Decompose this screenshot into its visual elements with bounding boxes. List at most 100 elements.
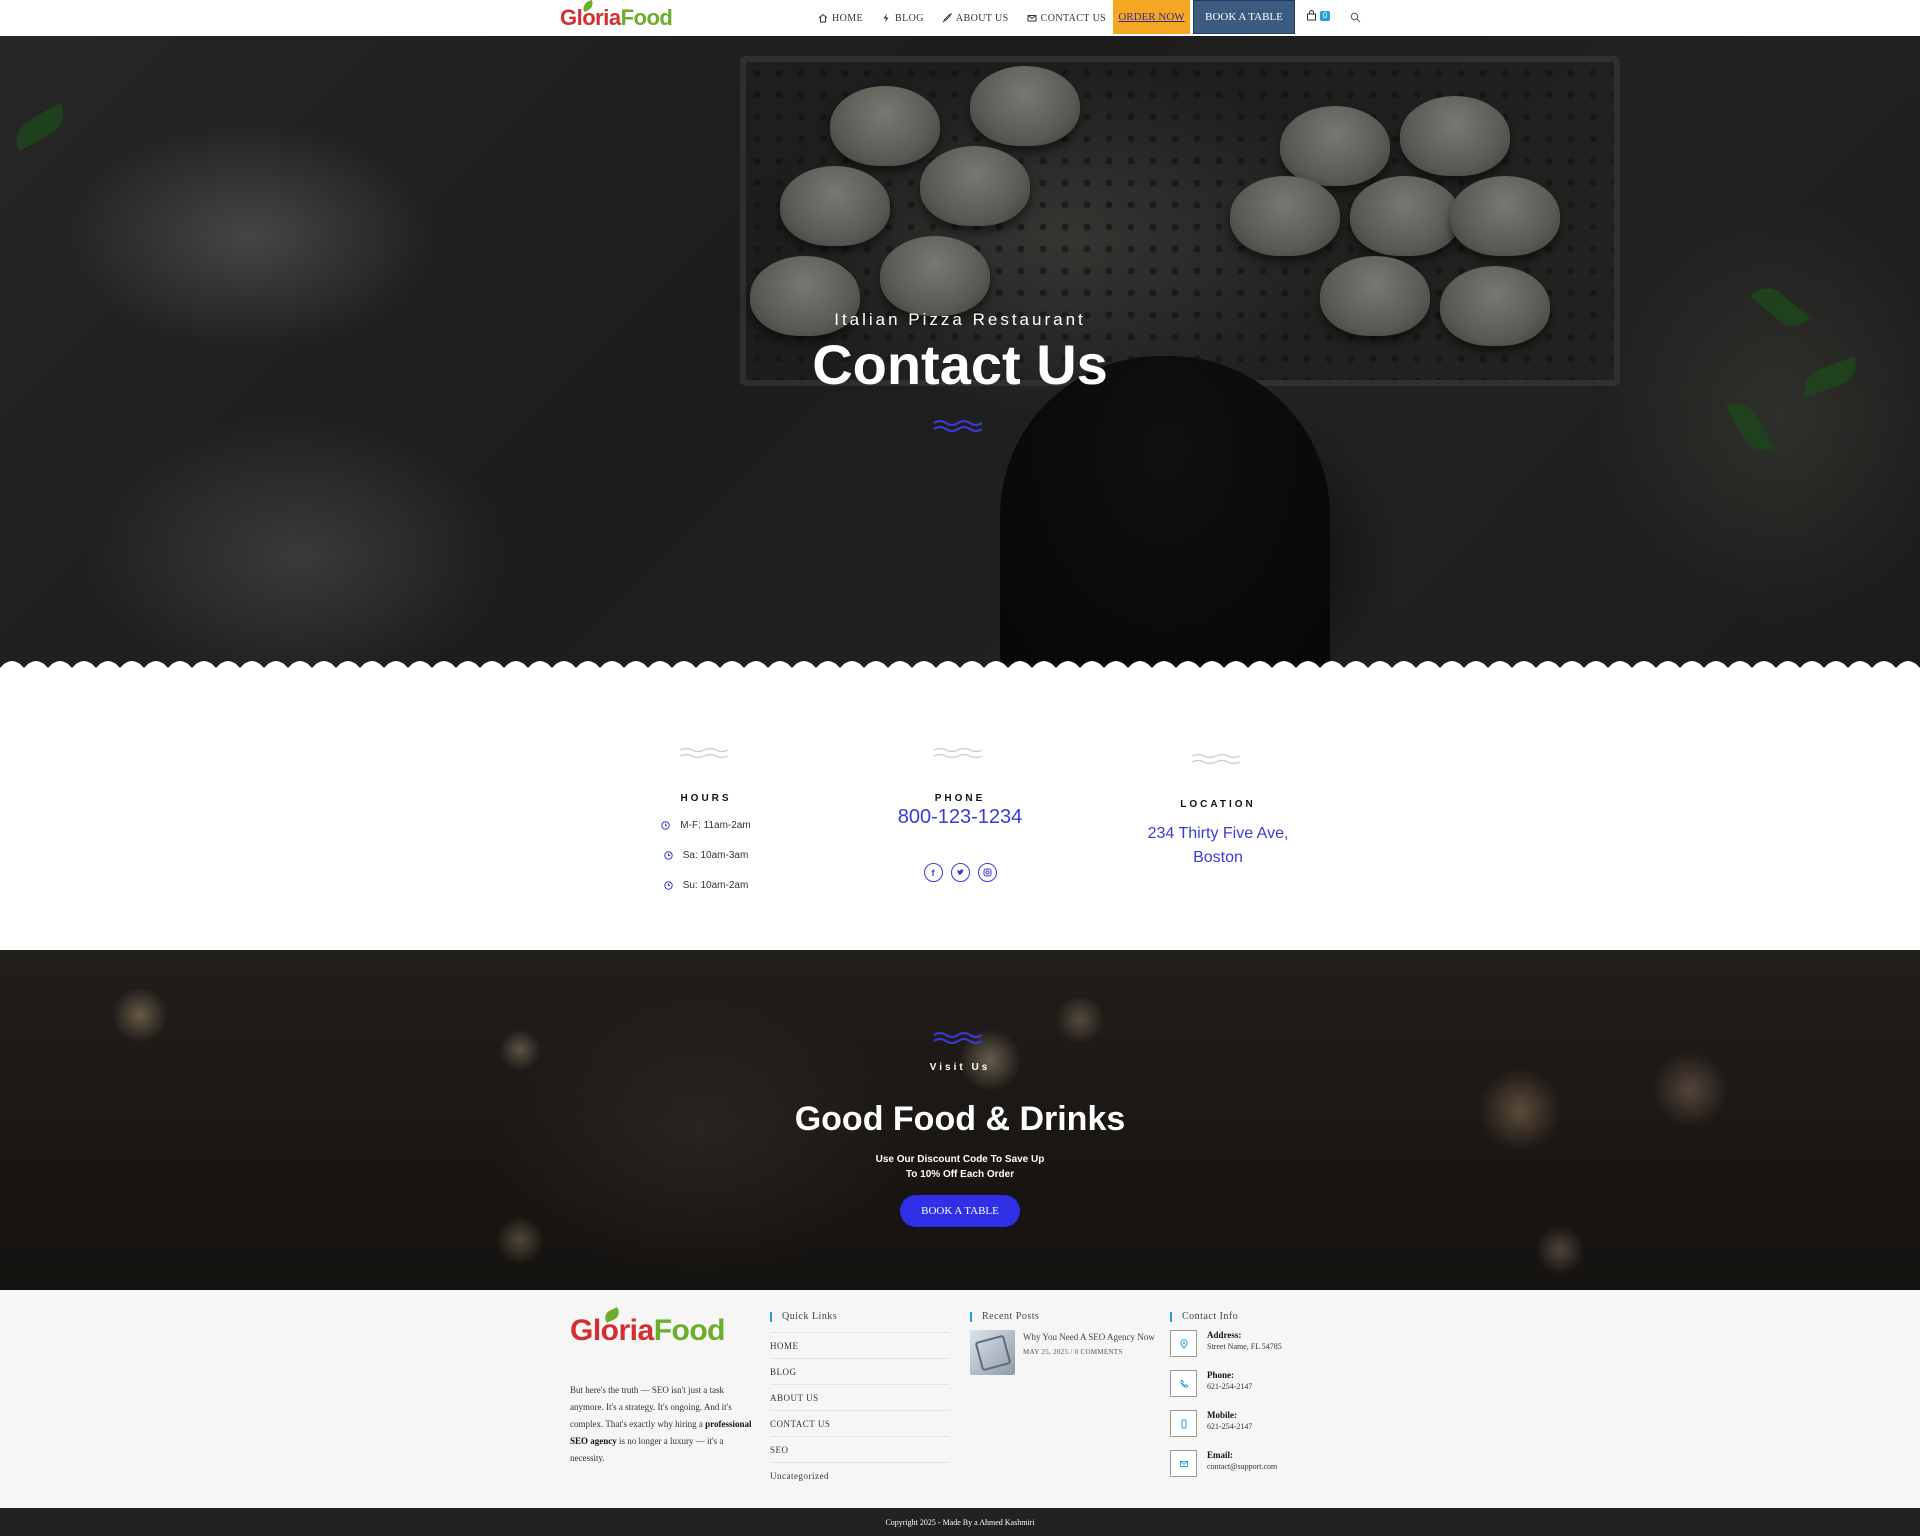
nav-label-contact: CONTACT US [1040,12,1107,24]
twitter-icon[interactable] [950,863,970,882]
wave-divider-icon [933,747,983,759]
hours-weekday: M-F: 11am-2am [680,820,751,831]
cart-count-badge: 0 [1320,10,1330,21]
shopping-bag-icon [1307,10,1316,21]
phone-column: PHONE 800-123-1234 f [880,746,1040,882]
post-meta: MAY 25, 2025 / 0 COMMENTS [1023,1348,1123,1356]
hours-sunday: Su: 10am-2am [682,880,749,891]
hero-banner: Italian Pizza Restaurant Contact Us [0,36,1920,676]
wave-divider-icon [933,420,983,432]
address-value: Street Name, FL 54785 [1207,1342,1282,1351]
visit-tag: Visit Us [929,1062,991,1073]
book-table-button[interactable]: BOOK A TABLE [900,1195,1020,1227]
location-line-2: Boston [1193,849,1243,866]
phone-heading: PHONE [934,793,986,804]
phone-icon [1180,1379,1188,1387]
hours-saturday: Sa: 10am-3am [682,850,749,861]
visit-subtitle-line-2: To 10% Off Each Order [905,1169,1015,1180]
nav-item-blog[interactable]: BLOG [881,13,924,24]
visit-title: Good Food & Drinks [794,1100,1126,1138]
nav-label-home: HOME [832,12,864,24]
rocket-icon [942,13,952,23]
mobile-label: Mobile: [1207,1410,1237,1420]
quick-link-blog[interactable]: BLOG [770,1358,950,1384]
cart-button[interactable]: 0 [1306,10,1330,21]
post-thumbnail[interactable] [970,1330,1015,1375]
logo-part-food: Food [620,5,673,30]
search-icon [1350,12,1361,23]
footer-logo[interactable]: GloriaFood [570,1307,726,1348]
social-links: f [880,863,1040,882]
hours-row: M-F: 11am-2am [636,820,776,831]
contact-item-phone: Phone: 621-254-2147 [1170,1370,1350,1397]
nav-item-about[interactable]: ABOUT US [942,13,1009,24]
location-heading: LOCATION [1180,799,1256,810]
recent-post-item[interactable]: Why You Need A SEO Agency Now MAY 25, 20… [970,1330,1160,1375]
quick-link-seo[interactable]: SEO [770,1436,950,1462]
nav-label-blog: BLOG [895,12,924,24]
envelope-icon [1027,15,1037,22]
book-table-header-button[interactable]: BOOK A TABLE [1193,0,1295,34]
location-column: LOCATION 234 Thirty Five Ave, Boston [1118,752,1318,870]
visit-subtitle-line-1: Use Our Discount Code To Save Up [875,1154,1045,1165]
search-button[interactable] [1350,10,1361,28]
bolt-icon [883,13,889,23]
email-label: Email: [1207,1450,1233,1460]
recent-posts-title: Recent Posts [970,1312,1039,1322]
nav-item-home[interactable]: HOME [818,13,863,24]
mobile-value[interactable]: 621-254-2147 [1207,1421,1252,1432]
map-pin-icon [1179,1338,1188,1349]
phone-label: Phone: [1207,1370,1234,1380]
clock-icon [664,881,673,890]
clock-icon [661,821,670,830]
facebook-icon[interactable]: f [923,863,943,882]
email-value[interactable]: contact@support.com [1207,1461,1277,1472]
copyright-bar: Copyright 2025 - Made By a Ahmed Kashmir… [0,1508,1920,1536]
contact-info-title: Contact Info [1170,1312,1238,1322]
hours-row: Sa: 10am-3am [636,850,776,861]
phone-value[interactable]: 621-254-2147 [1207,1381,1252,1392]
logo-part-food: Food [653,1314,726,1347]
footer-about-text: But here's the truth — SEO isn't just a … [570,1382,752,1467]
order-now-button[interactable]: ORDER NOW [1113,0,1190,34]
location-address: 234 Thirty Five Ave, Boston [1118,822,1318,870]
quick-links-list: HOME BLOG ABOUT US CONTACT US SEO Uncate… [770,1332,950,1488]
hero-subtitle: Italian Pizza Restaurant [834,310,1086,329]
post-comments[interactable]: 0 COMMENTS [1075,1348,1123,1356]
mobile-icon [1181,1419,1186,1428]
post-title-link[interactable]: Why You Need A SEO Agency Now [1023,1330,1155,1345]
site-footer: GloriaFood But here's the truth — SEO is… [0,1290,1920,1508]
wave-divider-icon [679,747,729,759]
phone-number-link[interactable]: 800-123-1234 [880,806,1040,829]
quick-link-about[interactable]: ABOUT US [770,1384,950,1410]
site-header: Gloria Food HOME BLOG ABOUT US CONTACT US… [0,0,1920,36]
contact-item-email: Email: contact@support.com [1170,1450,1350,1477]
contact-item-address: Address: Street Name, FL 54785 [1170,1330,1350,1357]
hours-row: Su: 10am-2am [636,880,776,891]
instagram-icon[interactable] [977,863,997,882]
quick-links-title: Quick Links [770,1312,837,1322]
page-title: Contact Us [812,333,1108,396]
envelope-icon [1179,1460,1188,1467]
contact-info-section: HOURS M-F: 11am-2am Sa: 10am-3am Su: 10a… [0,676,1920,950]
quick-link-uncategorized[interactable]: Uncategorized [770,1462,950,1488]
home-icon [818,13,828,23]
wave-divider-icon [1191,753,1241,765]
clock-icon [664,851,673,860]
quick-link-home[interactable]: HOME [770,1332,950,1358]
post-date: MAY 25, 2025 [1023,1348,1069,1356]
hours-heading: HOURS [680,793,732,804]
address-label: Address: [1207,1330,1242,1340]
visit-us-section: Visit Us Good Food & Drinks Use Our Disc… [0,950,1920,1290]
main-nav: HOME BLOG ABOUT US CONTACT US [818,0,1124,36]
nav-item-contact[interactable]: CONTACT US [1027,13,1107,24]
site-logo[interactable]: Gloria Food [560,0,673,32]
quick-link-contact[interactable]: CONTACT US [770,1410,950,1436]
scalloped-edge [0,661,1920,676]
nav-label-about: ABOUT US [955,12,1009,24]
visit-subtitle: Use Our Discount Code To Save Up To 10% … [0,1152,1920,1182]
contact-item-mobile: Mobile: 621-254-2147 [1170,1410,1350,1437]
location-line-1: 234 Thirty Five Ave, [1147,825,1289,842]
wave-divider-icon [933,1032,983,1044]
hours-column: HOURS M-F: 11am-2am Sa: 10am-3am Su: 10a… [636,746,776,891]
